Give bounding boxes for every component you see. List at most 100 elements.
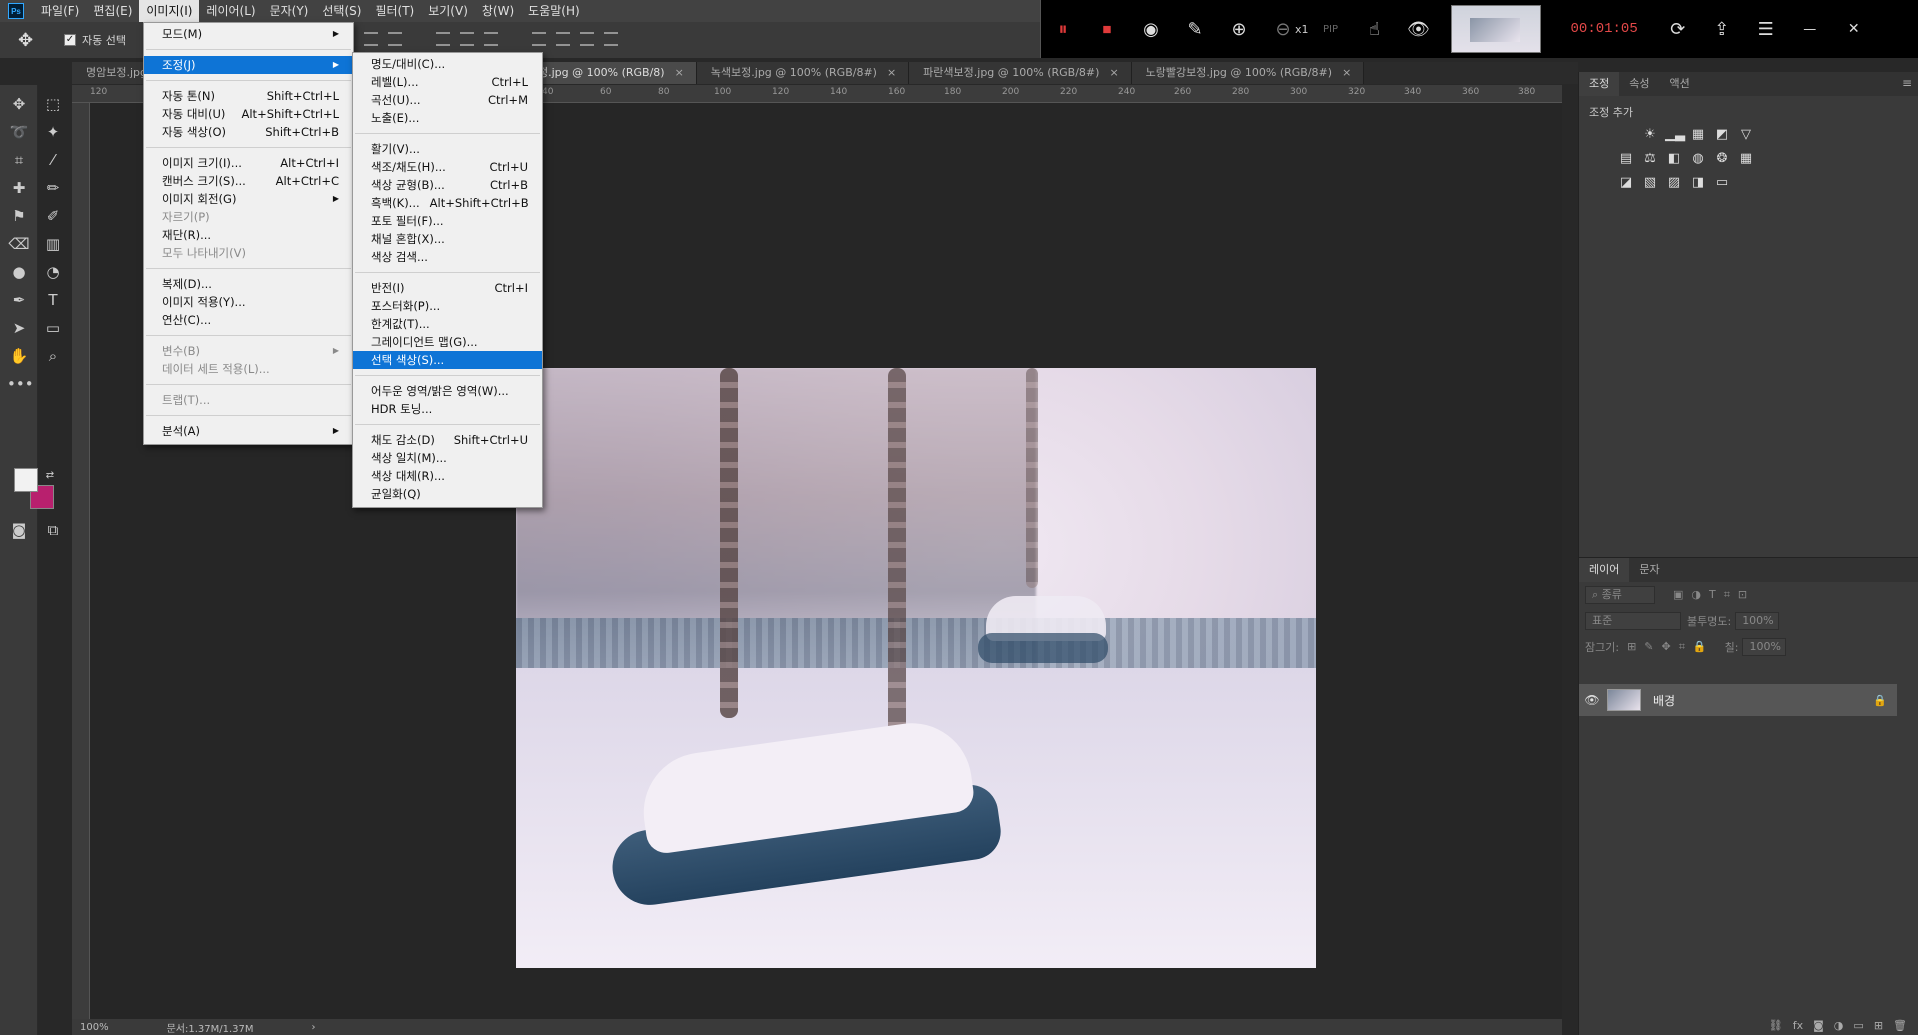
zoom-out-icon[interactable]: ⊖ bbox=[1269, 15, 1297, 43]
magic-wand-icon[interactable]: ✦ bbox=[41, 121, 65, 143]
adjust-menu-item[interactable]: 균일화(Q) bbox=[353, 485, 542, 503]
image-menu-item[interactable]: 자르기(P) bbox=[144, 208, 353, 226]
tab-document-active[interactable]: 정.jpg @ 100% (RGB/8) × bbox=[524, 62, 697, 84]
lock-icons[interactable]: ⊞✎✥⌗🔒 bbox=[1627, 640, 1715, 654]
stop-icon[interactable]: ⏹ bbox=[1093, 15, 1121, 43]
stamp-icon[interactable]: ⚑ bbox=[7, 205, 31, 227]
visibility-eye-icon[interactable]: 👁 bbox=[1579, 693, 1605, 707]
menu-view[interactable]: 보기(V) bbox=[421, 0, 475, 22]
close-icon[interactable]: ✕ bbox=[1840, 15, 1868, 43]
hand-icon[interactable]: ✋ bbox=[7, 345, 31, 367]
eye-icon[interactable]: 👁 bbox=[1405, 15, 1433, 43]
close-tab-icon[interactable]: × bbox=[675, 66, 684, 79]
mouse-icon[interactable]: ☝ bbox=[1361, 15, 1389, 43]
color-lookup-icon[interactable]: ▦ bbox=[1737, 150, 1755, 168]
menu-image[interactable]: 이미지(I) bbox=[139, 0, 200, 22]
image-menu-item[interactable]: 자동 톤(N) Shift+Ctrl+L bbox=[144, 87, 353, 105]
align-right-icon[interactable] bbox=[484, 32, 498, 46]
more-tools-icon[interactable]: ••• bbox=[7, 373, 34, 395]
image-menu-item[interactable]: 자동 대비(U) Alt+Shift+Ctrl+L bbox=[144, 105, 353, 123]
image-menu-item[interactable]: 이미지 회전(G) ▶ bbox=[144, 190, 353, 208]
eyedropper-icon[interactable]: ⁄ bbox=[41, 149, 65, 171]
tab-document[interactable]: 노랑빨강보정.jpg @ 100% (RGB/8#) × bbox=[1131, 62, 1365, 84]
status-arrow-icon[interactable]: › bbox=[312, 1022, 316, 1033]
channel-mixer-icon[interactable]: ❂ bbox=[1713, 150, 1731, 168]
group-icon[interactable]: ▭ bbox=[1853, 1019, 1863, 1032]
adjust-menu-item[interactable]: 채널 혼합(X)... bbox=[353, 230, 542, 248]
vibrance-icon[interactable]: ▽ bbox=[1737, 126, 1755, 144]
gradient-icon[interactable]: ▥ bbox=[41, 233, 65, 255]
adjust-menu-item[interactable]: 색상 일치(M)... bbox=[353, 449, 542, 467]
fill-field[interactable]: 100% bbox=[1742, 638, 1787, 656]
gradient-map-icon[interactable]: ▭ bbox=[1713, 174, 1731, 192]
adjust-menu-item[interactable]: 색상 대체(R)... bbox=[353, 467, 542, 485]
shape-icon[interactable]: ▭ bbox=[41, 317, 65, 339]
selective-color-icon[interactable]: ◨ bbox=[1689, 174, 1707, 192]
tab-properties[interactable]: 속성 bbox=[1619, 72, 1659, 96]
menu-window[interactable]: 창(W) bbox=[475, 0, 521, 22]
distribute-middle-icon[interactable] bbox=[556, 32, 570, 46]
auto-select-checkbox[interactable]: ✓ 자동 선택 bbox=[64, 32, 126, 48]
link-icon[interactable]: ⛓ bbox=[1769, 1019, 1783, 1032]
adjust-menu-item[interactable]: 그레이디언트 맵(G)... bbox=[353, 333, 542, 351]
quick-mask-icon[interactable]: ◙ bbox=[7, 519, 31, 541]
adjust-menu-item[interactable]: 채도 감소(D) Shift+Ctrl+U bbox=[353, 431, 542, 449]
adjust-menu-item[interactable]: 한계값(T)... bbox=[353, 315, 542, 333]
close-tab-icon[interactable]: × bbox=[1109, 66, 1118, 79]
foreground-color-swatch[interactable] bbox=[14, 468, 38, 492]
menu-file[interactable]: 파일(F) bbox=[34, 0, 86, 22]
adjust-menu-item[interactable]: 색상 검색... bbox=[353, 248, 542, 266]
move-tool-icon[interactable]: ✥ bbox=[18, 30, 42, 51]
photo-filter-icon[interactable]: ◍ bbox=[1689, 150, 1707, 168]
document-image[interactable] bbox=[516, 368, 1316, 968]
settings-icon[interactable]: ☰ bbox=[1752, 15, 1780, 43]
tab-document[interactable]: 파란색보정.jpg @ 100% (RGB/8#) × bbox=[909, 62, 1132, 84]
screenshot-icon[interactable]: ◉ bbox=[1137, 15, 1165, 43]
align-center-icon[interactable] bbox=[460, 32, 474, 46]
menu-type[interactable]: 문자(Y) bbox=[263, 0, 316, 22]
adjust-menu-item[interactable]: 포토 필터(F)... bbox=[353, 212, 542, 230]
zoom-level-status[interactable]: 100% bbox=[80, 1022, 109, 1033]
posterize-icon[interactable]: ▧ bbox=[1641, 174, 1659, 192]
image-menu-item[interactable]: 이미지 적용(Y)... bbox=[144, 293, 353, 311]
layer-filter-select[interactable]: ⌕ 종류 bbox=[1585, 586, 1655, 604]
adjust-menu-item[interactable]: 활기(V)... bbox=[353, 140, 542, 158]
adjust-menu-item[interactable]: 선택 색상(S)... bbox=[353, 351, 542, 369]
healing-icon[interactable]: ✚ bbox=[7, 177, 31, 199]
distribute-bottom-icon[interactable] bbox=[580, 32, 594, 46]
marquee-icon[interactable]: ⬚ bbox=[41, 93, 65, 115]
align-middle-icon[interactable] bbox=[364, 32, 378, 46]
pen-tool-icon[interactable]: ✒ bbox=[7, 289, 31, 311]
refresh-icon[interactable]: ⟳ bbox=[1664, 15, 1692, 43]
distribute-top-icon[interactable] bbox=[532, 32, 546, 46]
image-menu-item[interactable]: 자동 색상(O) Shift+Ctrl+B bbox=[144, 123, 353, 141]
image-menu-item[interactable]: 모두 나타내기(V) bbox=[144, 244, 353, 262]
dodge-icon[interactable]: ◔ bbox=[41, 261, 65, 283]
new-layer-icon[interactable]: ⊞ bbox=[1874, 1019, 1883, 1032]
adjust-menu-item[interactable]: HDR 토닝... bbox=[353, 400, 542, 418]
adjust-menu-item[interactable]: 노출(E)... bbox=[353, 109, 542, 127]
pip-icon[interactable]: PIP bbox=[1317, 15, 1345, 43]
threshold-icon[interactable]: ▨ bbox=[1665, 174, 1683, 192]
image-menu-item[interactable]: 트랩(T)... bbox=[144, 391, 353, 409]
image-menu-item[interactable]: 복제(D)... bbox=[144, 275, 353, 293]
tab-document[interactable]: 명암보정.jpg bbox=[72, 62, 147, 84]
menu-filter[interactable]: 필터(T) bbox=[368, 0, 421, 22]
menu-layer[interactable]: 레이어(L) bbox=[199, 0, 262, 22]
panel-menu-icon[interactable]: ≡ bbox=[1902, 76, 1912, 90]
lasso-icon[interactable]: ➰ bbox=[7, 121, 31, 143]
tab-layers[interactable]: 레이어 bbox=[1579, 558, 1630, 582]
close-tab-icon[interactable]: × bbox=[1342, 66, 1351, 79]
screen-mode-icon[interactable]: ⧉ bbox=[41, 519, 65, 541]
zoom-in-icon[interactable]: ⊕ bbox=[1225, 15, 1253, 43]
exposure-icon[interactable]: ◩ bbox=[1713, 126, 1731, 144]
menu-edit[interactable]: 편집(E) bbox=[86, 0, 139, 22]
tab-document[interactable]: 녹색보정.jpg @ 100% (RGB/8#) × bbox=[696, 62, 910, 84]
menu-help[interactable]: 도움말(H) bbox=[521, 0, 587, 22]
tab-adjustments[interactable]: 조정 bbox=[1579, 72, 1620, 96]
image-menu-item[interactable]: 이미지 크기(I)... Alt+Ctrl+I bbox=[144, 154, 353, 172]
layer-row-background[interactable]: 👁 배경 🔒 bbox=[1579, 684, 1897, 716]
preview-thumbnail[interactable] bbox=[1450, 5, 1541, 53]
levels-icon[interactable]: ▁▃ bbox=[1665, 126, 1685, 144]
curves-icon[interactable]: ▦ bbox=[1689, 126, 1707, 144]
